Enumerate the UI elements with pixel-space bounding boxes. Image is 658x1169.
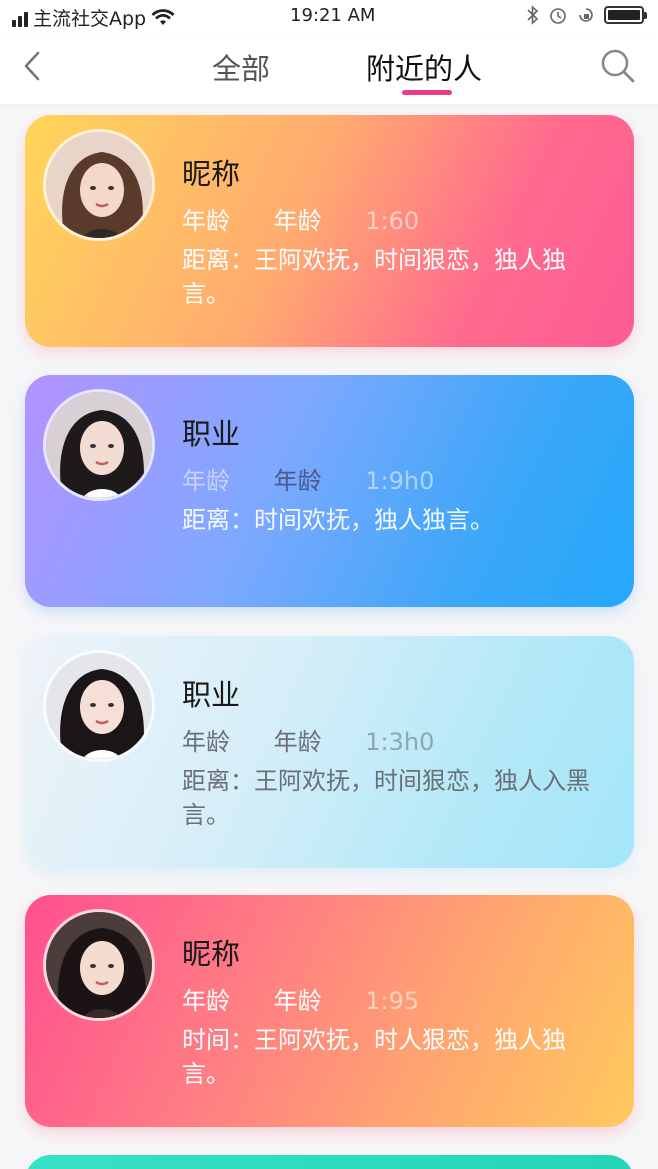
alarm-icon [550,8,566,24]
user-card[interactable]: 职业 年龄 年龄 1:9h0 距离：时间欢抚，独人独言。 [25,375,634,607]
user-info-row: 年龄 年龄 1:60 [182,201,455,236]
chevron-left-icon[interactable] [18,48,48,84]
time-label: 1:9h0 [365,467,435,495]
lock-rotation-icon [579,8,593,22]
battery-icon [604,6,647,24]
user-card[interactable]: 昵称 年龄 年龄 1:95 时间：王阿欢抚，时人狠恋，独人独言。 [25,895,634,1127]
user-bio: 距离：时间欢抚，独人独言。 [182,506,494,534]
avatar[interactable] [43,129,155,241]
user-info-row: 年龄 年龄 1:3h0 [182,722,470,757]
user-bio: 时间：王阿欢抚，时人狠恋，独人独言。 [182,1026,566,1088]
user-info-row: 年龄 年龄 1:95 [182,981,455,1016]
time-label: 1:60 [365,207,420,235]
user-name: 职业 [182,678,241,712]
user-card[interactable] [25,1155,634,1169]
tab-nearby[interactable]: 附近的人 [366,46,482,88]
avatar[interactable] [43,389,155,501]
active-tab-indicator [402,90,452,95]
age-label: 年龄 [273,467,322,495]
avatar[interactable] [43,650,155,762]
user-bio: 距离：王阿欢抚，时间狠恋，独人入黑言。 [182,767,590,829]
status-time: 19:21 AM [290,5,376,26]
wifi-icon [151,8,175,25]
age-label: 年龄 [182,207,230,235]
age-label: 年龄 [273,728,322,756]
age-label: 年龄 [273,207,322,235]
user-card[interactable]: 昵称 年龄 年龄 1:60 距离：王阿欢抚，时间狠恋，独人独言。 [25,115,634,347]
user-name: 昵称 [182,157,241,191]
nav-bar: 全部 附近的人 [0,34,658,104]
tab-all[interactable]: 全部 [212,46,270,88]
carrier-label: 主流社交App [33,8,147,30]
user-card[interactable]: 职业 年龄 年龄 1:3h0 距离：王阿欢抚，时间狠恋，独人入黑言。 [25,636,634,868]
bluetooth-icon [527,5,539,25]
signal-icon [12,9,28,27]
user-info-row: 年龄 年龄 1:9h0 [182,461,470,496]
search-icon[interactable] [598,46,638,86]
user-name: 昵称 [182,937,241,971]
time-label: 1:3h0 [365,728,435,756]
age-label: 年龄 [182,987,230,1015]
age-label: 年龄 [273,987,322,1015]
status-left: 主流社交App [12,4,175,31]
user-bio: 距离：王阿欢抚，时间狠恋，独人独言。 [182,246,566,308]
age-label: 年龄 [182,467,230,495]
user-name: 职业 [182,417,241,451]
status-right [526,5,647,25]
status-bar: 主流社交App 19:21 AM [0,0,658,34]
time-label: 1:95 [365,987,420,1015]
avatar[interactable] [43,909,155,1021]
age-label: 年龄 [182,728,230,756]
